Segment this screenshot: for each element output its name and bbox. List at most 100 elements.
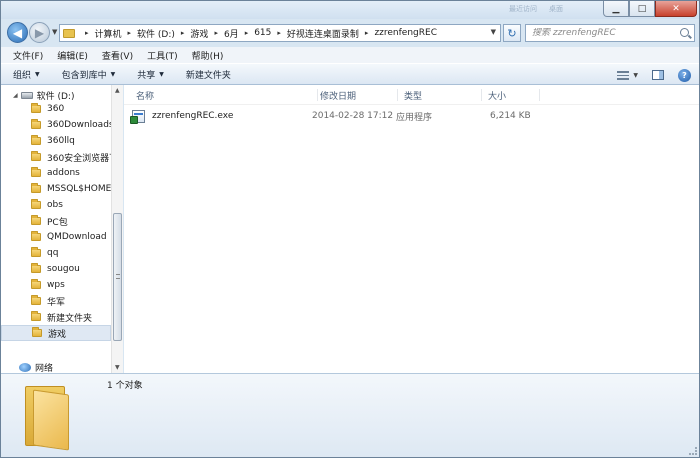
breadcrumb-item[interactable]: 6月	[224, 27, 239, 40]
folder-label: 360安全浏览器下	[47, 153, 111, 164]
refresh-button[interactable]: ↻	[503, 24, 521, 42]
folder-icon	[31, 279, 41, 289]
menu-bar: 文件(F) 编辑(E) 查看(V) 工具(T) 帮助(H)	[1, 47, 699, 63]
folder-label: 游戏	[48, 329, 67, 340]
folder-label: 360llq	[47, 136, 75, 146]
file-modified-date: 2014-02-28 17:12	[312, 111, 394, 121]
sidebar-folder-item[interactable]: PC包	[1, 213, 111, 229]
view-options-dropdown[interactable]: ▼	[633, 72, 638, 79]
menu-item[interactable]: 编辑(E)	[57, 49, 88, 62]
breadcrumb-separator-icon[interactable]: ▸	[128, 29, 132, 37]
column-header-name[interactable]: 名称	[130, 89, 318, 102]
folder-label: MSSQL$HOME	[47, 184, 111, 194]
menu-item[interactable]: 工具(T)	[147, 49, 178, 62]
column-header-modified[interactable]: 修改日期	[314, 89, 398, 102]
expand-triangle-icon[interactable]: ◢	[13, 92, 18, 99]
breadcrumb-item[interactable]: zzrenfengREC	[374, 28, 437, 38]
file-type: 应用程序	[396, 112, 433, 123]
help-icon[interactable]: ?	[678, 68, 691, 82]
organize-label: 组织	[13, 70, 32, 81]
file-row[interactable]: zzrenfengREC.exe 2014-02-28 17:12 应用程序 6,21…	[130, 107, 542, 125]
folder-tree: 360 360Downloads 360llq 360安全浏览器下 addons MSSQ…	[1, 101, 111, 341]
scrollbar-thumb[interactable]	[113, 213, 122, 341]
folder-icon	[31, 167, 41, 177]
breadcrumb-item[interactable]: 好视连连桌面录制	[287, 27, 359, 40]
view-options-icon[interactable]	[617, 70, 630, 80]
scroll-down-arrow-icon[interactable]: ▼	[115, 364, 120, 371]
address-history-dropdown[interactable]: ▼	[491, 28, 496, 36]
folder-icon	[31, 151, 41, 161]
breadcrumb-separator-icon[interactable]: ▸	[245, 29, 249, 37]
share-button[interactable]: 共享 ▼	[137, 68, 164, 81]
forward-button[interactable]: ▶	[29, 22, 50, 43]
sidebar-folder-item[interactable]: QMDownload	[1, 229, 111, 245]
sidebar-folder-item[interactable]: 360安全浏览器下	[1, 149, 111, 165]
column-header-type[interactable]: 类型	[398, 89, 482, 102]
sidebar-folder-item[interactable]: wps	[1, 277, 111, 293]
sidebar-folder-item[interactable]: obs	[1, 197, 111, 213]
sidebar-folder-item[interactable]: 游戏	[1, 325, 111, 341]
breadcrumb-item[interactable]: 615	[254, 28, 271, 38]
address-bar[interactable]: ▸ 计算机 ▸ 软件 (D:) ▸ 游戏 ▸ 6月 ▸ 615 ▸ 好视连连桌面录制 ▸ zzrenfen…	[59, 24, 501, 42]
folder-icon	[63, 28, 75, 38]
breadcrumb-item[interactable]: 软件 (D:)	[137, 27, 175, 40]
sidebar-folder-item[interactable]: 360Downloads	[1, 117, 111, 133]
resize-grip-icon[interactable]	[689, 447, 697, 455]
sidebar-folder-item[interactable]: qq	[1, 245, 111, 261]
folder-label: 360Downloads	[47, 120, 111, 130]
details-pane: 1 个对象	[1, 373, 699, 457]
new-folder-button[interactable]: 新建文件夹	[186, 68, 231, 81]
folder-icon	[31, 183, 41, 193]
item-count: 1 个对象	[107, 381, 143, 391]
folder-icon	[31, 295, 41, 305]
scroll-up-arrow-icon[interactable]: ▲	[115, 87, 120, 94]
include-in-library-button[interactable]: 包含到库中 ▼	[62, 68, 116, 81]
breadcrumb-item[interactable]: 游戏	[190, 27, 208, 40]
title-ghost-text: 桌面	[549, 5, 563, 13]
breadcrumb-separator-icon[interactable]: ▸	[277, 29, 281, 37]
preview-pane-icon[interactable]	[652, 70, 664, 80]
maximize-button[interactable]: □	[629, 1, 655, 17]
folder-icon	[31, 263, 41, 273]
back-arrow-icon: ◀	[12, 25, 23, 40]
menu-item[interactable]: 帮助(H)	[192, 49, 224, 62]
nav-scrollbar[interactable]: ▲ ▼	[111, 85, 123, 373]
large-folder-icon	[25, 382, 73, 451]
network-icon	[19, 363, 31, 372]
grip-icon	[116, 274, 120, 279]
title-bar: 最近访问 桌面 ▁ □ ✕	[1, 1, 699, 19]
sidebar-folder-item[interactable]: sougou	[1, 261, 111, 277]
search-input[interactable]	[526, 28, 676, 38]
column-headers: 名称 修改日期 类型 大小	[124, 85, 699, 105]
breadcrumb-separator-icon[interactable]: ▸	[365, 29, 369, 37]
folder-label: 360	[47, 104, 65, 114]
folder-label: wps	[47, 280, 65, 290]
menu-item[interactable]: 查看(V)	[102, 49, 133, 62]
minimize-button[interactable]: ▁	[603, 1, 629, 17]
refresh-icon: ↻	[507, 26, 517, 40]
include-in-library-label: 包含到库中	[61, 70, 107, 81]
chevron-down-icon: ▼	[159, 70, 164, 78]
sidebar-folder-item[interactable]: addons	[1, 165, 111, 181]
sidebar-folder-item[interactable]: 360	[1, 101, 111, 117]
menu-item[interactable]: 文件(F)	[13, 49, 43, 62]
folder-label: obs	[47, 200, 63, 210]
sidebar-folder-item[interactable]: 华军	[1, 293, 111, 309]
close-button[interactable]: ✕	[655, 1, 697, 17]
breadcrumb-separator-icon[interactable]: ▸	[214, 29, 218, 37]
organize-button[interactable]: 组织 ▼	[13, 68, 40, 81]
breadcrumb-separator-icon[interactable]: ▸	[85, 29, 89, 37]
view-controls: ▼ ?	[617, 64, 699, 86]
sidebar-folder-item[interactable]: 新建文件夹	[1, 309, 111, 325]
search-icon[interactable]	[680, 28, 689, 37]
explorer-window: 最近访问 桌面 ▁ □ ✕ ◀ ▶ ▼ ▸ 计算机 ▸ 软件 (D:) ▸ 游戏 ▸ 6月 ▸ 6…	[0, 0, 700, 458]
recent-pages-dropdown[interactable]: ▼	[52, 28, 57, 36]
sidebar-folder-item[interactable]: 360llq	[1, 133, 111, 149]
new-folder-label: 新建文件夹	[185, 70, 231, 81]
breadcrumb-item[interactable]: 计算机	[95, 27, 122, 40]
back-button[interactable]: ◀	[7, 22, 28, 43]
sidebar-folder-item[interactable]: MSSQL$HOME	[1, 181, 111, 197]
column-header-size[interactable]: 大小	[482, 89, 540, 102]
search-box[interactable]	[525, 24, 695, 42]
breadcrumb-separator-icon[interactable]: ▸	[181, 29, 185, 37]
